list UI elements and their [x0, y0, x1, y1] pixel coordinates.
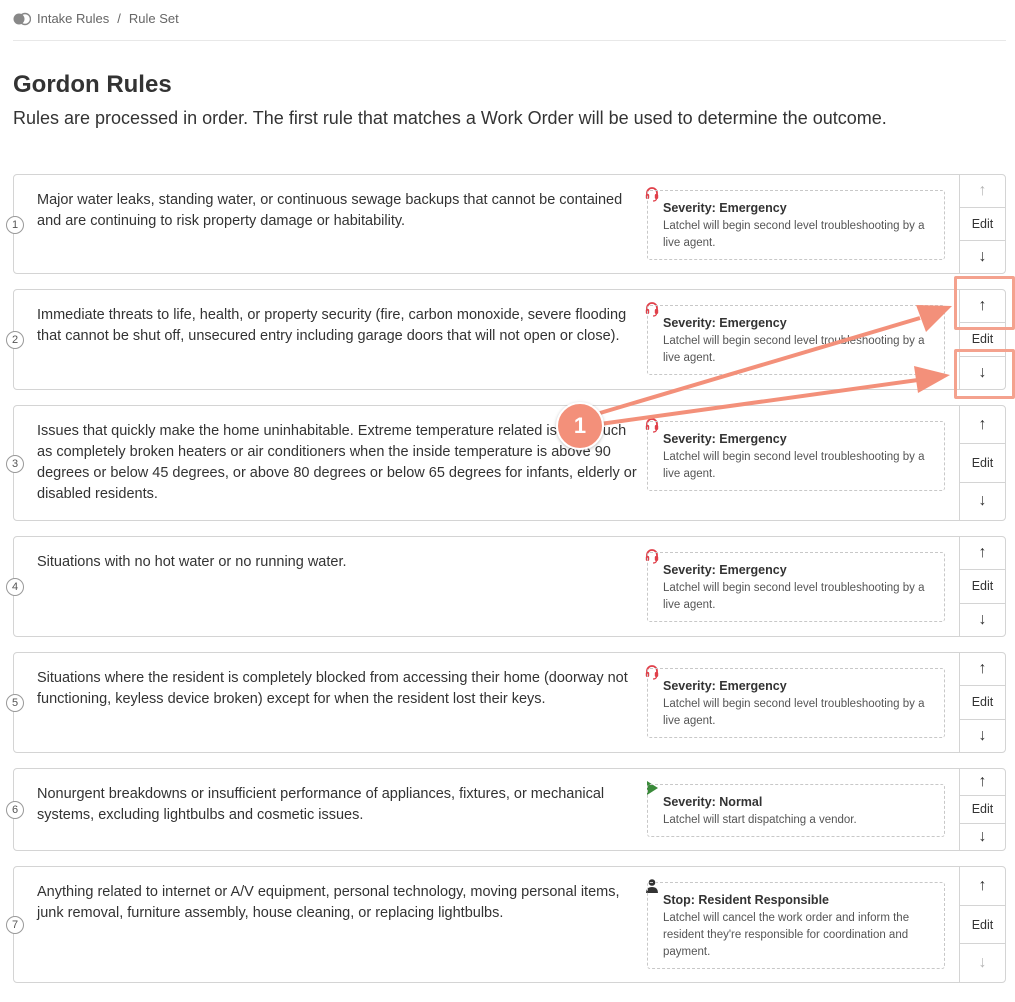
- rule-description: Situations with no hot water or no runni…: [37, 554, 347, 570]
- outcome-description: Latchel will cancel the work order and i…: [663, 912, 910, 958]
- breadcrumb-intake-rules[interactable]: Intake Rules: [37, 11, 109, 26]
- outcome-title: Severity: Emergency: [663, 563, 787, 577]
- rule-controls: ↑ Edit ↓: [959, 769, 1005, 850]
- rule-row: 7 Anything related to internet or A/V eq…: [6, 866, 1006, 983]
- outcome-card: Severity: Emergency Latchel will begin s…: [647, 305, 945, 375]
- rule-row: 3 Issues that quickly make the home unin…: [6, 405, 1006, 521]
- rule-row: 5 Situations where the resident is compl…: [6, 652, 1006, 753]
- outcome-title: Stop: Resident Responsible: [663, 893, 829, 907]
- arrow-down-icon: ↓: [978, 248, 987, 265]
- move-down-button[interactable]: ↓: [960, 944, 1005, 982]
- outcome-title: Severity: Emergency: [663, 432, 787, 446]
- move-up-button[interactable]: ↑: [960, 537, 1005, 569]
- outcome-card: Severity: Emergency Latchel will begin s…: [647, 552, 945, 622]
- rule-controls: ↑ Edit ↓: [959, 406, 1005, 520]
- page-title: Gordon Rules: [13, 71, 172, 98]
- arrow-up-icon: ↑: [978, 876, 987, 894]
- outcome-card: Severity: Emergency Latchel will begin s…: [647, 190, 945, 260]
- arrow-up-icon: ↑: [978, 660, 987, 678]
- header-divider: [13, 40, 1006, 41]
- edit-button[interactable]: Edit: [960, 795, 1005, 824]
- breadcrumb-separator: /: [117, 11, 121, 26]
- move-up-button[interactable]: ↑: [960, 175, 1005, 207]
- move-up-button[interactable]: ↑: [960, 406, 1005, 443]
- outcome-description: Latchel will begin second level troubles…: [663, 698, 925, 727]
- rule-number: 2: [6, 331, 24, 349]
- move-up-button[interactable]: ↑: [960, 769, 1005, 795]
- outcome-description: Latchel will start dispatching a vendor.: [663, 814, 857, 826]
- outcome-title: Severity: Normal: [663, 795, 763, 809]
- arrow-down-icon: ↓: [978, 492, 987, 510]
- arrow-up-icon: ↑: [978, 182, 987, 199]
- outcome-card: Severity: Emergency Latchel will begin s…: [647, 421, 945, 491]
- outcome-description: Latchel will begin second level troubles…: [663, 335, 925, 364]
- rule-number: 1: [6, 216, 24, 234]
- rule-description: Situations where the resident is complet…: [37, 670, 628, 707]
- annotation-callout: 1: [556, 402, 604, 450]
- outcome-description: Latchel will begin second level troubles…: [663, 220, 925, 249]
- outcome-description: Latchel will begin second level troubles…: [663, 582, 925, 611]
- rule-row: 2 Immediate threats to life, health, or …: [6, 289, 1006, 390]
- rule-number: 3: [6, 455, 24, 473]
- rule-number: 4: [6, 578, 24, 596]
- move-down-button[interactable]: ↓: [960, 241, 1005, 273]
- intake-rules-icon: [13, 12, 31, 25]
- highlight-move-up: [954, 276, 1015, 330]
- move-up-button[interactable]: ↑: [960, 867, 1005, 905]
- arrow-down-icon: ↓: [978, 954, 987, 972]
- outcome-description: Latchel will begin second level troubles…: [663, 451, 925, 480]
- rule-controls: ↑ Edit ↓: [959, 653, 1005, 752]
- rule-description: Major water leaks, standing water, or co…: [37, 192, 623, 229]
- breadcrumb: Intake Rules / Rule Set: [13, 11, 179, 26]
- rule-description: Anything related to internet or A/V equi…: [37, 884, 620, 921]
- rule-controls: ↑ Edit ↓: [959, 537, 1005, 636]
- outcome-card: Severity: Emergency Latchel will begin s…: [647, 668, 945, 738]
- move-down-button[interactable]: ↓: [960, 824, 1005, 850]
- rule-row: 1 Major water leaks, standing water, or …: [6, 174, 1006, 274]
- outcome-title: Severity: Emergency: [663, 201, 787, 215]
- arrow-down-icon: ↓: [978, 726, 987, 744]
- edit-button[interactable]: Edit: [960, 207, 1005, 241]
- edit-button[interactable]: Edit: [960, 443, 1005, 483]
- arrow-down-icon: ↓: [978, 827, 987, 845]
- edit-button[interactable]: Edit: [960, 569, 1005, 604]
- arrow-up-icon: ↑: [978, 544, 987, 562]
- rule-number: 5: [6, 694, 24, 712]
- outcome-title: Severity: Emergency: [663, 679, 787, 693]
- move-down-button[interactable]: ↓: [960, 604, 1005, 636]
- rule-row: 4 Situations with no hot water or no run…: [6, 536, 1006, 637]
- arrow-down-icon: ↓: [978, 610, 987, 628]
- rule-row: 6 Nonurgent breakdowns or insufficient p…: [6, 768, 1006, 851]
- rule-description: Nonurgent breakdowns or insufficient per…: [37, 786, 605, 823]
- rule-description: Issues that quickly make the home uninha…: [37, 423, 637, 502]
- outcome-title: Severity: Emergency: [663, 316, 787, 330]
- highlight-move-down: [954, 349, 1015, 399]
- arrow-up-icon: ↑: [978, 773, 987, 791]
- edit-button[interactable]: Edit: [960, 685, 1005, 720]
- outcome-card: Stop: Resident Responsible Latchel will …: [647, 882, 945, 969]
- move-down-button[interactable]: ↓: [960, 483, 1005, 520]
- outcome-card: Severity: Normal Latchel will start disp…: [647, 784, 945, 837]
- rule-controls: ↑ Edit ↓: [959, 867, 1005, 982]
- arrow-up-icon: ↑: [978, 415, 987, 433]
- page-subtitle: Rules are processed in order. The first …: [13, 108, 887, 128]
- rule-number: 7: [6, 916, 24, 934]
- move-down-button[interactable]: ↓: [960, 720, 1005, 752]
- move-up-button[interactable]: ↑: [960, 653, 1005, 685]
- breadcrumb-rule-set: Rule Set: [128, 11, 179, 26]
- rule-number: 6: [6, 801, 24, 819]
- edit-button[interactable]: Edit: [960, 904, 1005, 945]
- rule-description: Immediate threats to life, health, or pr…: [37, 307, 627, 344]
- rule-controls: ↑ Edit ↓: [959, 175, 1005, 273]
